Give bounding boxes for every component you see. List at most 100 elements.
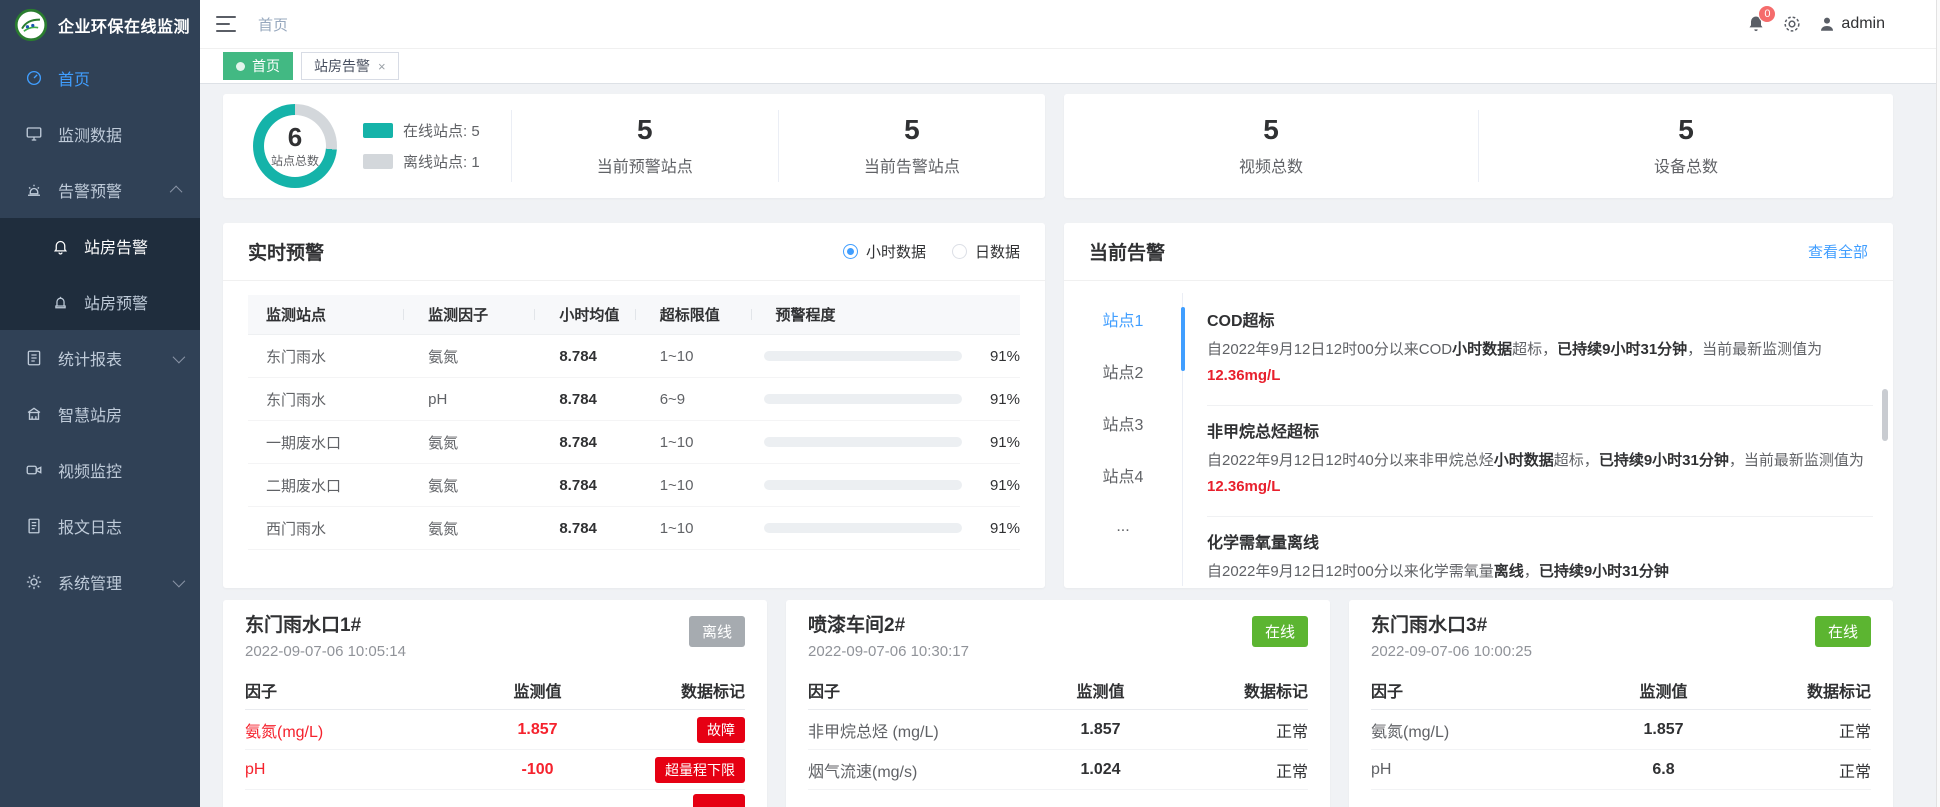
bell-icon xyxy=(50,236,70,256)
sidebar-item-system[interactable]: 系统管理 xyxy=(0,554,200,610)
metric-value: 5 xyxy=(1678,115,1694,145)
col-mark: 数据标记 xyxy=(1746,678,1871,702)
cell-avg: 8.784 xyxy=(541,477,641,494)
settings-gear-icon[interactable] xyxy=(1782,14,1802,34)
metric-videos: 5 视频总数 xyxy=(1064,110,1478,183)
notification-bell-icon[interactable]: 0 xyxy=(1746,14,1766,34)
stats-row: 6 站点总数 在线站点: 5 xyxy=(223,94,1893,198)
warning-bar xyxy=(764,523,962,533)
warning-table-row: 一期废水口 氨氮 8.784 1~10 91% xyxy=(248,421,1020,464)
sidebar-item-message-log[interactable]: 报文日志 xyxy=(0,498,200,554)
sidebar-item-alarm-warning[interactable]: 告警预警 xyxy=(0,162,200,218)
station-rail-item-more[interactable]: ... xyxy=(1064,501,1182,553)
alarm-item: 非甲烷总烃超标 自2022年9月12日12时40分以来非甲烷总烃小时数据超标，已… xyxy=(1207,406,1873,517)
cell-value: -100 xyxy=(455,761,620,779)
gear-icon xyxy=(24,572,44,592)
station-total-value: 6 xyxy=(288,124,302,150)
metric-label: 视频总数 xyxy=(1239,153,1303,177)
warning-bar xyxy=(764,351,962,361)
current-alarm-title: 当前告警 xyxy=(1089,238,1165,265)
breadcrumb[interactable]: 首页 xyxy=(258,14,288,35)
status-badge-online: 在线 xyxy=(1252,616,1308,647)
header-actions: 0 admin xyxy=(1746,14,1885,34)
sidebar-item-station-warning[interactable]: 站房预警 xyxy=(0,274,200,330)
data-mark-badge: 超量程下限 xyxy=(655,757,745,783)
data-mark-text: 正常 xyxy=(1746,718,1871,742)
tab-active-dot xyxy=(236,62,245,71)
top-header: 首页 0 admin xyxy=(200,0,1940,49)
cell-factor: 氨氮 xyxy=(410,475,541,496)
chevron-down-icon xyxy=(173,574,186,587)
station-rail-item-2[interactable]: 站点2 xyxy=(1064,345,1182,397)
user-menu[interactable]: admin xyxy=(1818,15,1885,33)
alarm-station-rail: 站点1 站点2 站点3 站点4 ... xyxy=(1064,293,1182,586)
status-badge-offline: 离线 xyxy=(689,616,745,647)
cell-station: 一期废水口 xyxy=(248,432,410,453)
radio-day-data[interactable]: 日数据 xyxy=(952,241,1020,262)
station-rail-item-4[interactable]: 站点4 xyxy=(1064,449,1182,501)
cell-value: 1.024 xyxy=(1018,761,1183,779)
middle-row: 实时预警 小时数据 日数据 xyxy=(223,223,1893,588)
cell-factor: pH xyxy=(1371,761,1581,779)
warning-table-row: 西门雨水 氨氮 8.784 1~10 91% xyxy=(248,507,1020,550)
metric-label: 当前告警站点 xyxy=(864,153,960,177)
legend-online-label: 在线站点: 5 xyxy=(403,120,480,141)
station-table-row: pH 6.8 正常 xyxy=(1371,750,1871,790)
station-rail-item-3[interactable]: 站点3 xyxy=(1064,397,1182,449)
current-alarm-panel: 当前告警 查看全部 站点1 站点2 站点3 站点4 ... xyxy=(1064,223,1893,588)
metric-value: 5 xyxy=(1263,115,1279,145)
tab-home[interactable]: 首页 xyxy=(223,52,293,80)
cell-station: 东门雨水 xyxy=(248,346,410,367)
sidebar-toggle-icon[interactable] xyxy=(216,16,236,32)
radio-hour-data[interactable]: 小时数据 xyxy=(843,241,926,262)
cell-value: 1.857 xyxy=(1018,721,1183,739)
station-card-title: 东门雨水口3# xyxy=(1371,614,1871,638)
alarm-item: COD超标 自2022年9月12日12时00分以来COD小时数据超标，已持续9小… xyxy=(1207,295,1873,406)
cell-avg: 8.784 xyxy=(541,391,641,408)
current-alarm-body: 站点1 站点2 站点3 站点4 ... COD超标 xyxy=(1064,281,1893,586)
metric-value: 5 xyxy=(904,115,920,145)
station-cards-row: 东门雨水口1# 2022-09-07-06 10:05:14 离线 因子 监测值… xyxy=(223,600,1893,807)
cell-factor: 氨氮(mg/L) xyxy=(245,718,455,742)
station-rail-item-1[interactable]: 站点1 xyxy=(1064,293,1182,345)
station-total-label: 站点总数 xyxy=(271,152,319,169)
alarm-beacon-icon xyxy=(24,180,44,200)
cell-factor: pH xyxy=(245,761,455,779)
cell-limit: 6~9 xyxy=(642,391,758,408)
sidebar-item-report[interactable]: 统计报表 xyxy=(0,330,200,386)
monitor-icon xyxy=(24,124,44,144)
sidebar-item-station-alarm[interactable]: 站房告警 xyxy=(0,218,200,274)
view-all-link[interactable]: 查看全部 xyxy=(1808,241,1868,262)
browser-scrollbar[interactable] xyxy=(1936,0,1940,807)
tab-close-icon[interactable]: × xyxy=(378,60,386,73)
sidebar-item-label: 首页 xyxy=(58,66,182,90)
cell-factor: pH xyxy=(410,391,541,408)
donut-legend: 在线站点: 5 离线站点: 1 xyxy=(363,120,480,172)
sidebar-item-monitor-data[interactable]: 监测数据 xyxy=(0,106,200,162)
sidebar-item-smart-station[interactable]: 智慧站房 xyxy=(0,386,200,442)
page-content: 6 站点总数 在线站点: 5 xyxy=(200,84,1940,807)
alarm-text: 自2022年9月12日12时40分以来非甲烷总烃小时数据超标，已持续9小时31分… xyxy=(1207,448,1873,500)
cell-limit: 1~10 xyxy=(642,477,758,494)
station-card-1: 东门雨水口1# 2022-09-07-06 10:05:14 离线 因子 监测值… xyxy=(223,600,767,807)
metric-devices: 5 设备总数 xyxy=(1478,110,1893,183)
cell-station: 西门雨水 xyxy=(248,518,410,539)
data-mark-text: 正常 xyxy=(1183,758,1308,782)
sidebar-item-label: 系统管理 xyxy=(58,570,173,594)
tab-station-alarm[interactable]: 站房告警 × xyxy=(301,52,399,80)
cell-value: 1.857 xyxy=(1581,721,1746,739)
warning-percent: 91% xyxy=(974,348,1020,365)
station-card-table: 因子 监测值 数据标记 氨氮(mg/L) 1.857 故障 pH xyxy=(245,670,745,807)
alarm-title: COD超标 xyxy=(1207,307,1873,331)
cell-factor: 氨氮(mg/L) xyxy=(1371,718,1581,742)
alarm-item: 化学需氧量离线 自2022年9月12日12时00分以来化学需氧量离线，已持续9小… xyxy=(1207,517,1873,601)
sidebar-item-home[interactable]: 首页 xyxy=(0,50,200,106)
app-logo-row: 企业环保在线监测 xyxy=(0,0,200,50)
sidebar-menu: 首页 监测数据 告警预警 站房告警 xyxy=(0,50,200,610)
sidebar-item-label: 统计报表 xyxy=(58,346,173,370)
sidebar-item-video[interactable]: 视频监控 xyxy=(0,442,200,498)
col-factor: 因子 xyxy=(1371,678,1581,702)
main-area: 首页 0 admin 首页 站房告 xyxy=(200,0,1940,807)
alarm-text: 自2022年9月12日12时00分以来COD小时数据超标，已持续9小时31分钟，… xyxy=(1207,337,1873,389)
alarm-list-scrollbar[interactable] xyxy=(1882,389,1888,441)
